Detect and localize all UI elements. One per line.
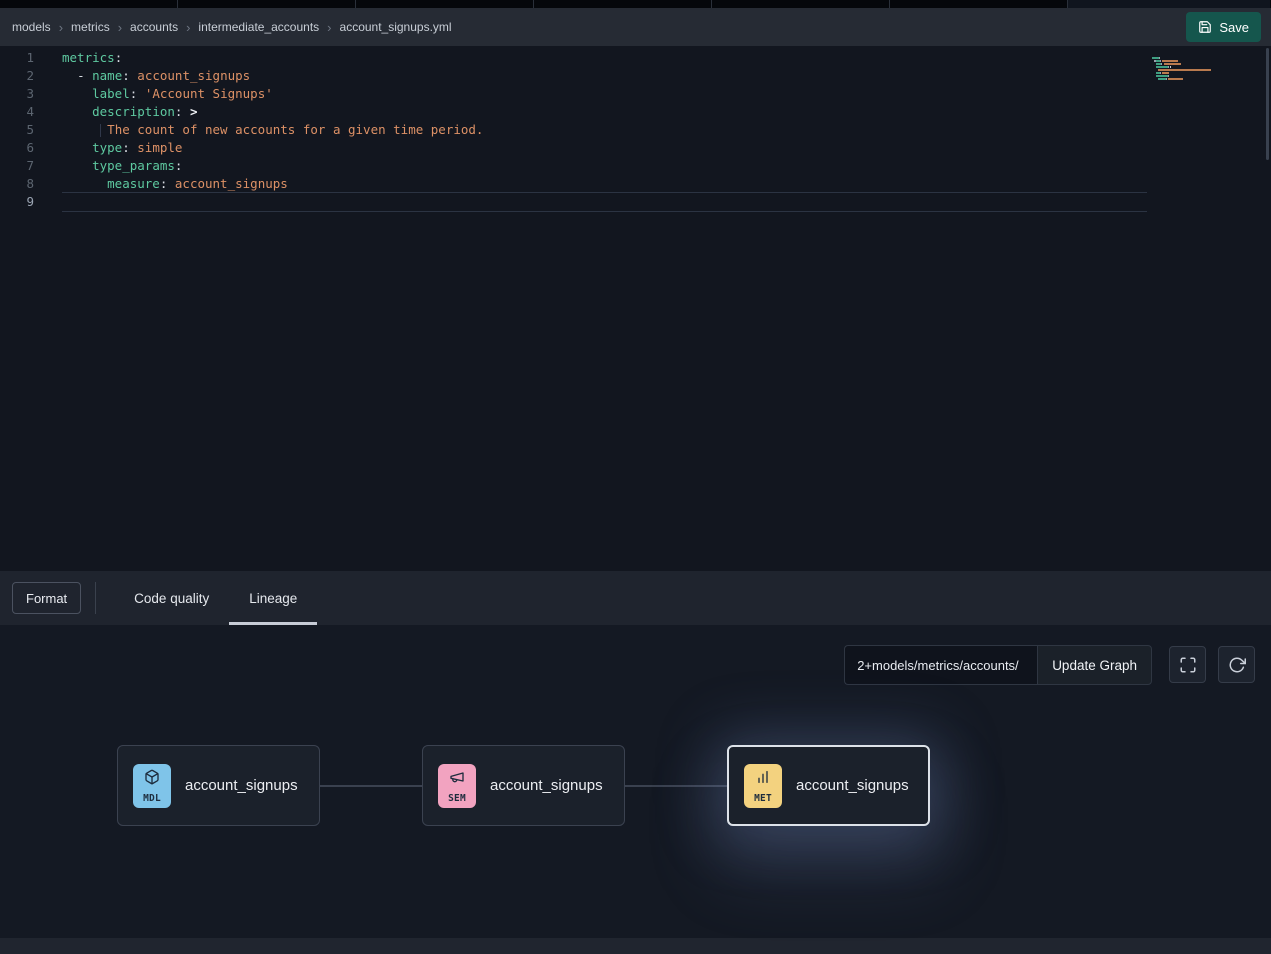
panel-tab-list: Code qualityLineage [114, 571, 317, 625]
code-line-text: The count of new accounts for a given ti… [62, 121, 483, 139]
chevron-right-icon: › [59, 21, 63, 34]
code-line-text: type: simple [62, 139, 182, 157]
breadcrumb-item[interactable]: metrics [71, 20, 110, 34]
editor-line[interactable]: 4 description: > [0, 103, 1271, 121]
refresh-button[interactable] [1218, 646, 1255, 683]
line-number: 7 [0, 157, 34, 175]
node-type-badge: MET [744, 764, 782, 808]
editor-line[interactable]: 2 - name: account_signups [0, 67, 1271, 85]
minimap-line [1152, 53, 1214, 55]
chevron-right-icon: › [327, 21, 331, 34]
code-line-text: description: > [62, 103, 198, 121]
node-type-label: MDL [143, 793, 161, 804]
code-line-text: - name: account_signups [62, 67, 250, 85]
breadcrumb-item[interactable]: account_signups.yml [340, 20, 452, 34]
breadcrumb: models › metrics › accounts › intermediate_acc… [12, 20, 452, 34]
editor-line[interactable]: 6 type: simple [0, 139, 1271, 157]
tab-code-quality[interactable]: Code quality [114, 571, 229, 625]
node-selector-input[interactable] [844, 645, 1037, 685]
status-strip [0, 938, 1271, 954]
cube-icon [144, 769, 160, 785]
line-number: 9 [0, 193, 34, 211]
refresh-icon [1228, 656, 1246, 674]
editor-line[interactable]: 8 measure: account_signups [0, 175, 1271, 193]
lineage-edge [625, 785, 727, 787]
code-line-text: type_params: [62, 157, 182, 175]
editor-line[interactable]: 1 metrics: [0, 49, 1271, 67]
editor-line[interactable]: 7 type_params: [0, 157, 1271, 175]
line-number: 8 [0, 175, 34, 193]
graph-selector-group: Update Graph [844, 645, 1152, 685]
bottom-panel-tabs: Format Code qualityLineage [0, 571, 1271, 625]
chevron-right-icon: › [118, 21, 122, 34]
editor-scrollbar[interactable] [1264, 46, 1271, 571]
minimap-line [1152, 71, 1214, 73]
fullscreen-icon [1179, 656, 1197, 674]
bottom-panel: Format Code qualityLineage Update Graph … [0, 571, 1271, 954]
minimap-line [1152, 56, 1214, 58]
line-number: 1 [0, 49, 34, 67]
minimap-line [1152, 50, 1214, 52]
minimap-line [1152, 59, 1214, 61]
line-number: 4 [0, 103, 34, 121]
editor-lines: 1metrics:2 - name: account_signups3 labe… [0, 49, 1271, 211]
node-type-label: SEM [448, 793, 466, 804]
editor-line[interactable]: 3 label: 'Account Signups' [0, 85, 1271, 103]
lineage-edge [320, 785, 422, 787]
node-type-badge: SEM [438, 764, 476, 808]
code-editor[interactable]: 1metrics:2 - name: account_signups3 labe… [0, 46, 1271, 571]
format-button[interactable]: Format [12, 582, 81, 614]
breadcrumb-item[interactable]: intermediate_accounts [198, 20, 319, 34]
minimap[interactable] [1152, 50, 1214, 77]
file-tab-strip [0, 0, 1271, 8]
breadcrumb-item[interactable]: models [12, 20, 51, 34]
minimap-line [1152, 62, 1214, 64]
editor-line[interactable]: 9 [0, 193, 1271, 211]
line-number: 2 [0, 67, 34, 85]
fullscreen-button[interactable] [1169, 646, 1206, 683]
breadcrumb-bar: models › metrics › accounts › intermediate_acc… [0, 8, 1271, 46]
minimap-line [1152, 65, 1214, 67]
editor-line[interactable]: 5 The count of new accounts for a given … [0, 121, 1271, 139]
tab-lineage[interactable]: Lineage [229, 571, 317, 625]
scrollbar-thumb[interactable] [1266, 48, 1269, 160]
megaphone-icon [449, 769, 465, 785]
lineage-node-sem[interactable]: SEM account_signups [422, 745, 625, 826]
file-tab-strip-segment [1068, 0, 1270, 8]
node-label: account_signups [490, 777, 603, 794]
update-graph-button[interactable]: Update Graph [1037, 645, 1152, 685]
lineage-panel: Update Graph MDL account_signups SEM accoun… [0, 625, 1271, 938]
code-line-text [62, 193, 1147, 211]
line-number: 5 [0, 121, 34, 139]
code-line-text: metrics: [62, 49, 122, 67]
line-number: 6 [0, 139, 34, 157]
save-button-label: Save [1219, 20, 1249, 35]
node-type-label: MET [754, 793, 772, 804]
node-label: account_signups [796, 777, 909, 794]
breadcrumb-item[interactable]: accounts [130, 20, 178, 34]
node-type-badge: MDL [133, 764, 171, 808]
line-number: 3 [0, 85, 34, 103]
lineage-node-mdl[interactable]: MDL account_signups [117, 745, 320, 826]
code-line-text: measure: account_signups [62, 175, 288, 193]
bar-chart-icon [755, 769, 771, 785]
node-label: account_signups [185, 777, 298, 794]
save-icon [1198, 20, 1212, 34]
code-line-text: label: 'Account Signups' [62, 85, 273, 103]
lineage-node-met[interactable]: MET account_signups [727, 745, 930, 826]
tabrow-divider [95, 582, 96, 614]
save-button[interactable]: Save [1186, 12, 1261, 42]
chevron-right-icon: › [186, 21, 190, 34]
